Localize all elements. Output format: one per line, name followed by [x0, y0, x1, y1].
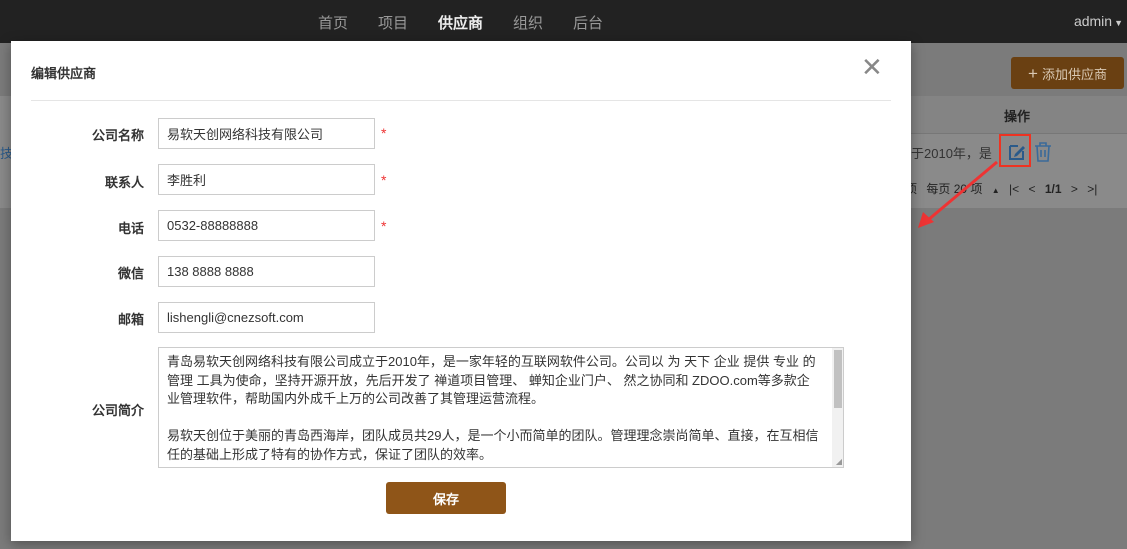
company-name-input[interactable]: [158, 118, 375, 149]
intro-paragraph-2: 易软天创位于美丽的青岛西海岸，团队成员共29人，是一个小而简单的团队。管理理念崇…: [167, 428, 819, 462]
save-button[interactable]: 保存: [386, 482, 506, 514]
wechat-input[interactable]: [158, 256, 375, 287]
email-label: 邮箱: [117, 312, 144, 327]
modal-title: 编辑供应商: [31, 66, 97, 81]
intro-label: 公司简介: [91, 403, 144, 418]
company-name-label: 公司名称: [91, 128, 144, 143]
contact-label: 联系人: [104, 175, 144, 190]
intro-scroll-thumb[interactable]: [834, 350, 842, 408]
resize-handle-icon[interactable]: ◢: [836, 457, 842, 466]
intro-textarea[interactable]: 青岛易软天创网络科技有限公司成立于2010年，是一家年轻的互联网软件公司。公司以…: [158, 347, 844, 468]
phone-input[interactable]: [158, 210, 375, 241]
contact-input[interactable]: [158, 164, 375, 195]
close-icon[interactable]: ✕: [861, 54, 883, 80]
edit-supplier-modal: 编辑供应商 ✕ 公司名称 * 联系人 * 电话 * 微信 邮箱 公司简介 青岛易…: [11, 41, 911, 541]
intro-text: 青岛易软天创网络科技有限公司成立于2010年，是一家年轻的互联网软件公司。公司以…: [167, 353, 822, 467]
intro-paragraph-1: 青岛易软天创网络科技有限公司成立于2010年，是一家年轻的互联网软件公司。公司以…: [167, 354, 816, 406]
company-name-required-mark: *: [381, 125, 387, 141]
intro-scrollbar[interactable]: [832, 348, 843, 467]
contact-required-mark: *: [381, 172, 387, 188]
phone-required-mark: *: [381, 218, 387, 234]
email-input[interactable]: [158, 302, 375, 333]
modal-divider: [31, 100, 891, 101]
wechat-label: 微信: [117, 266, 144, 281]
phone-label: 电话: [117, 221, 144, 236]
